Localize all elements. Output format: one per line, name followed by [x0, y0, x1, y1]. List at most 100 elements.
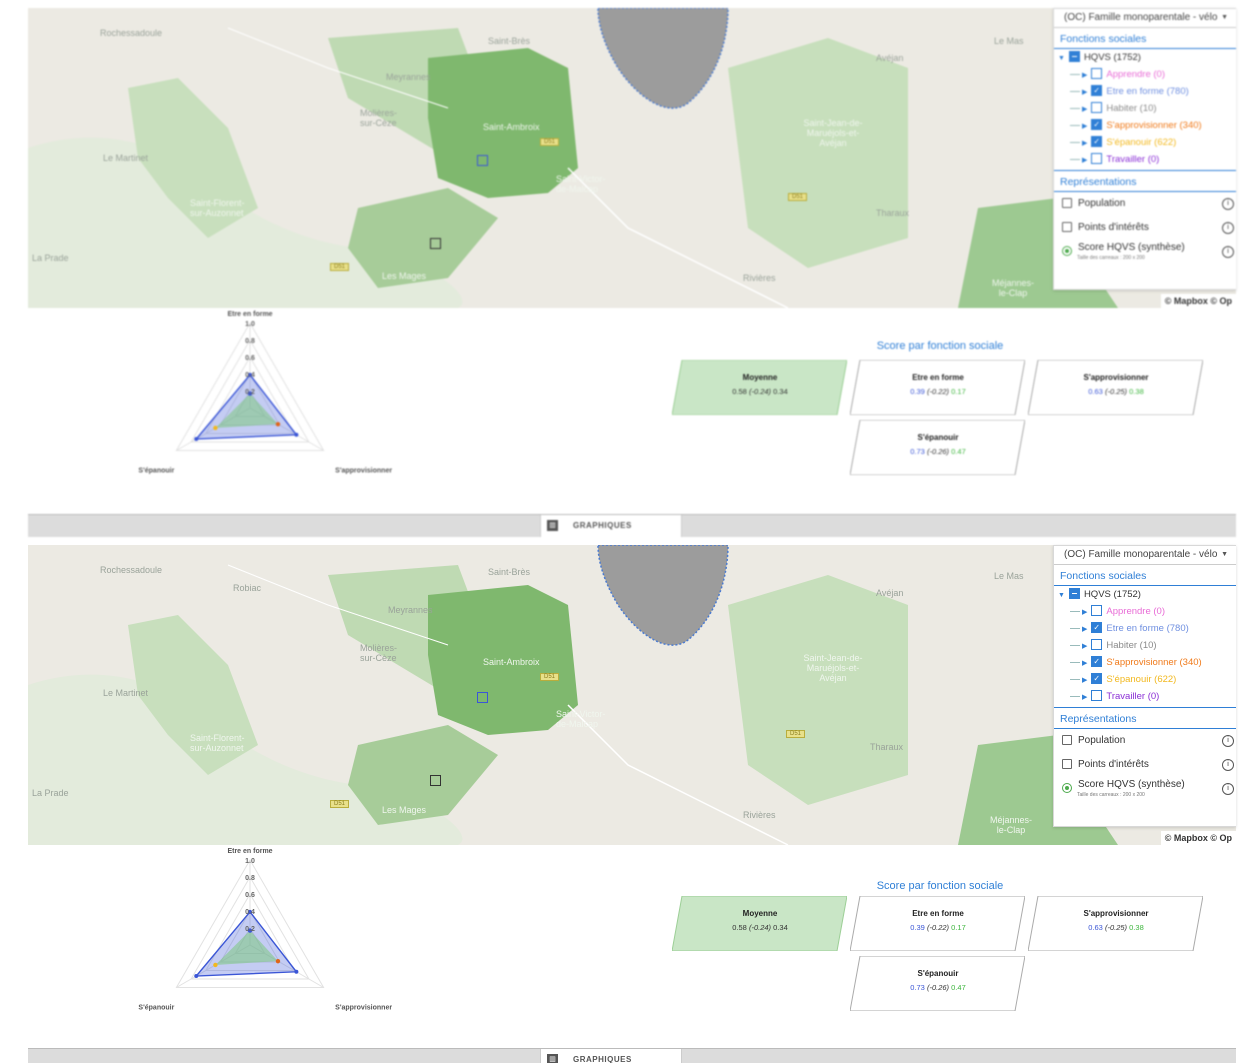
map-place-label: Tharaux	[876, 208, 910, 218]
info-icon[interactable]: i	[1222, 246, 1234, 258]
map-place-label: Saint-Ambroix	[483, 122, 540, 132]
radar-tick-label: 0.8	[245, 338, 255, 345]
map-place-label: Saint-Victor-de-Malcap	[556, 174, 606, 194]
checkbox[interactable]	[1062, 222, 1072, 233]
checkbox[interactable]	[1091, 604, 1103, 616]
graphs-button[interactable]: ▥ GRAPHIQUES	[540, 1049, 682, 1063]
checkbox[interactable]	[1091, 689, 1103, 701]
checkbox[interactable]	[1091, 670, 1103, 687]
radar-tick-label: 1.0	[245, 858, 255, 865]
tree-root[interactable]: ▼ HQVS (1752)	[1058, 49, 1236, 66]
root-checkbox[interactable]	[1068, 587, 1080, 599]
checkbox[interactable]	[1091, 101, 1103, 113]
tree-item-sapprovisionner[interactable]: ▶ S'approvisionner (340)	[1058, 116, 1236, 135]
checkbox[interactable]	[1091, 638, 1103, 650]
info-icon[interactable]: i	[1222, 222, 1234, 234]
tree-item-apprendre[interactable]: ▶ Apprendre (0)	[1058, 603, 1236, 620]
option-points-interets[interactable]: Points d'intérêts i	[1054, 753, 1236, 777]
road-badge: D51	[540, 673, 560, 681]
tree-item-travailler[interactable]: ▶ Travailler (0)	[1058, 688, 1236, 705]
map-place-label: Rivières	[743, 810, 776, 820]
map-attribution[interactable]: © Mapbox © Op	[1160, 831, 1236, 845]
caret-right-icon[interactable]: ▶	[1082, 118, 1087, 135]
score-card-sepanouir[interactable]: S'épanouir 0.73 (-0.26) 0.47	[850, 420, 1025, 475]
radar-point	[194, 437, 199, 442]
radio-selected[interactable]	[1062, 783, 1072, 794]
tree-item-sepanouir[interactable]: ▶ S'épanouir (622)	[1058, 670, 1236, 689]
root-checkbox[interactable]	[1068, 50, 1080, 62]
option-score-hqvs[interactable]: Score HQVS (synthèse) Taille des carreaux…	[1054, 777, 1236, 801]
tree-item-habiter[interactable]: ▶ Habiter (10)	[1058, 100, 1236, 117]
tree-item-travailler[interactable]: ▶ Travailler (0)	[1058, 151, 1236, 168]
tree-item-sepanouir[interactable]: ▶ S'épanouir (622)	[1058, 133, 1236, 152]
map-attribution[interactable]: © Mapbox © Op	[1160, 294, 1236, 308]
caret-right-icon[interactable]: ▶	[1082, 689, 1087, 706]
checkbox[interactable]	[1091, 133, 1103, 150]
map-marker[interactable]	[430, 238, 441, 249]
chart-icon: ▥	[547, 520, 558, 531]
score-card-title: S'épanouir	[917, 433, 959, 442]
score-card-moyenne[interactable]: Moyenne 0.58 (-0.24) 0.34	[672, 896, 847, 951]
checkbox[interactable]	[1091, 152, 1103, 164]
map-place-label: Méjannes-le-Clap	[989, 815, 1033, 835]
tree-item-apprendre[interactable]: ▶ Apprendre (0)	[1058, 66, 1236, 83]
section-representations: Représentations	[1054, 170, 1236, 192]
score-card-title: Etre en forme	[912, 909, 964, 918]
caret-right-icon[interactable]: ▶	[1082, 638, 1087, 655]
option-population[interactable]: Population i	[1054, 729, 1236, 753]
checkbox[interactable]	[1091, 116, 1103, 133]
score-card-sepanouir[interactable]: S'épanouir 0.73 (-0.26) 0.47	[850, 956, 1025, 1011]
radar-axis-label: S'épanouir	[138, 468, 174, 475]
map-marker[interactable]	[430, 775, 441, 786]
tree-root[interactable]: ▼ HQVS (1752)	[1058, 586, 1236, 603]
map-place-label: La Prade	[32, 788, 69, 798]
checkbox[interactable]	[1091, 67, 1103, 79]
caret-right-icon[interactable]: ▶	[1082, 655, 1087, 672]
tree-item-sapprovisionner[interactable]: ▶ S'approvisionner (340)	[1058, 653, 1236, 672]
checkbox[interactable]	[1062, 759, 1072, 770]
info-icon[interactable]: i	[1222, 198, 1234, 210]
tree-item-etre-en-forme[interactable]: ▶ Etre en forme (780)	[1058, 619, 1236, 638]
radio-selected[interactable]	[1062, 246, 1072, 257]
option-population[interactable]: Population i	[1054, 192, 1236, 216]
caret-down-icon[interactable]: ▼	[1058, 587, 1065, 604]
map-marker[interactable]	[477, 155, 488, 166]
score-card-moyenne[interactable]: Moyenne 0.58 (-0.24) 0.34	[672, 360, 847, 415]
info-icon[interactable]: i	[1222, 783, 1234, 795]
score-card-sapprovisionner[interactable]: S'approvisionner 0.63 (-0.25) 0.38	[1028, 360, 1203, 415]
caret-right-icon[interactable]: ▶	[1082, 135, 1087, 152]
score-card-values: 0.58 (-0.24) 0.34	[732, 923, 788, 932]
caret-right-icon[interactable]: ▶	[1082, 672, 1087, 689]
option-points-interets[interactable]: Points d'intérêts i	[1054, 216, 1236, 240]
score-card-sapprovisionner[interactable]: S'approvisionner 0.63 (-0.25) 0.38	[1028, 896, 1203, 951]
graphs-button[interactable]: ▥ GRAPHIQUES	[540, 515, 682, 537]
checkbox[interactable]	[1091, 82, 1103, 99]
road-badge: D51	[786, 730, 806, 738]
score-card-etre-en-forme[interactable]: Etre en forme 0.39 (-0.22) 0.17	[850, 896, 1025, 951]
caret-right-icon[interactable]: ▶	[1082, 152, 1087, 169]
map-marker[interactable]	[477, 692, 488, 703]
score-card-values: 0.58 (-0.24) 0.34	[732, 387, 788, 396]
caret-right-icon[interactable]: ▶	[1082, 101, 1087, 118]
tree-item-label: Etre en forme (780)	[1106, 623, 1189, 634]
caret-down-icon[interactable]: ▼	[1058, 50, 1065, 67]
profile-select[interactable]: (OC) Famille monoparentale - vélo ▼	[1054, 9, 1236, 28]
map-place-label: Les Mages	[382, 271, 427, 281]
checkbox[interactable]	[1062, 735, 1072, 746]
option-score-hqvs[interactable]: Score HQVS (synthèse) Taille des carreaux…	[1054, 240, 1236, 264]
checkbox[interactable]	[1091, 653, 1103, 670]
score-card-etre-en-forme[interactable]: Etre en forme 0.39 (-0.22) 0.17	[850, 360, 1025, 415]
caret-right-icon[interactable]: ▶	[1082, 621, 1087, 638]
info-icon[interactable]: i	[1222, 759, 1234, 771]
info-icon[interactable]: i	[1222, 735, 1234, 747]
caret-right-icon[interactable]: ▶	[1082, 604, 1087, 621]
tree-item-etre-en-forme[interactable]: ▶ Etre en forme (780)	[1058, 82, 1236, 101]
checkbox[interactable]	[1062, 198, 1072, 209]
tree-item-habiter[interactable]: ▶ Habiter (10)	[1058, 637, 1236, 654]
profile-select[interactable]: (OC) Famille monoparentale - vélo ▼	[1054, 546, 1236, 565]
caret-right-icon[interactable]: ▶	[1082, 84, 1087, 101]
radar-point	[275, 421, 281, 427]
caret-right-icon[interactable]: ▶	[1082, 67, 1087, 84]
chevron-down-icon: ▼	[1221, 551, 1228, 558]
checkbox[interactable]	[1091, 619, 1103, 636]
